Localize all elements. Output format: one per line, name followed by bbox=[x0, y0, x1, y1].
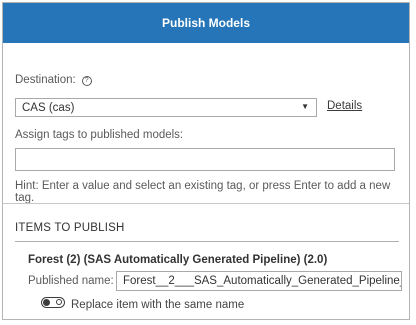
toggle-off-indicator-icon bbox=[56, 299, 62, 305]
dialog-title-bar: Publish Models bbox=[3, 3, 409, 43]
replace-toggle-label: Replace item with the same name bbox=[71, 299, 245, 311]
section-rule bbox=[15, 241, 399, 242]
destination-selected-value: CAS (cas) bbox=[22, 101, 75, 114]
destination-label: Destination: bbox=[15, 74, 76, 86]
items-section-title: ITEMS TO PUBLISH bbox=[15, 222, 125, 234]
section-divider bbox=[3, 203, 409, 204]
replace-toggle[interactable] bbox=[41, 297, 65, 308]
details-link[interactable]: Details bbox=[327, 100, 362, 112]
tags-hint: Hint: Enter a value and select an existi… bbox=[15, 180, 391, 204]
tags-input[interactable] bbox=[15, 148, 395, 171]
publish-models-dialog: Publish Models Destination:? CAS (cas) ▼… bbox=[2, 2, 410, 320]
chevron-down-icon: ▼ bbox=[301, 102, 309, 111]
tags-label: Assign tags to published models: bbox=[15, 129, 184, 141]
help-icon[interactable]: ? bbox=[81, 76, 92, 86]
destination-label-row: Destination:? bbox=[15, 74, 92, 86]
published-name-value: Forest__2___SAS_Automatically_Generated_… bbox=[123, 275, 402, 287]
published-name-label: Published name: bbox=[28, 275, 114, 287]
published-name-input[interactable]: Forest__2___SAS_Automatically_Generated_… bbox=[116, 271, 402, 291]
item-title: Forest (2) (SAS Automatically Generated … bbox=[28, 254, 328, 266]
toggle-knob bbox=[42, 298, 50, 306]
destination-select[interactable]: CAS (cas) ▼ bbox=[15, 98, 317, 117]
dialog-title: Publish Models bbox=[161, 16, 250, 30]
